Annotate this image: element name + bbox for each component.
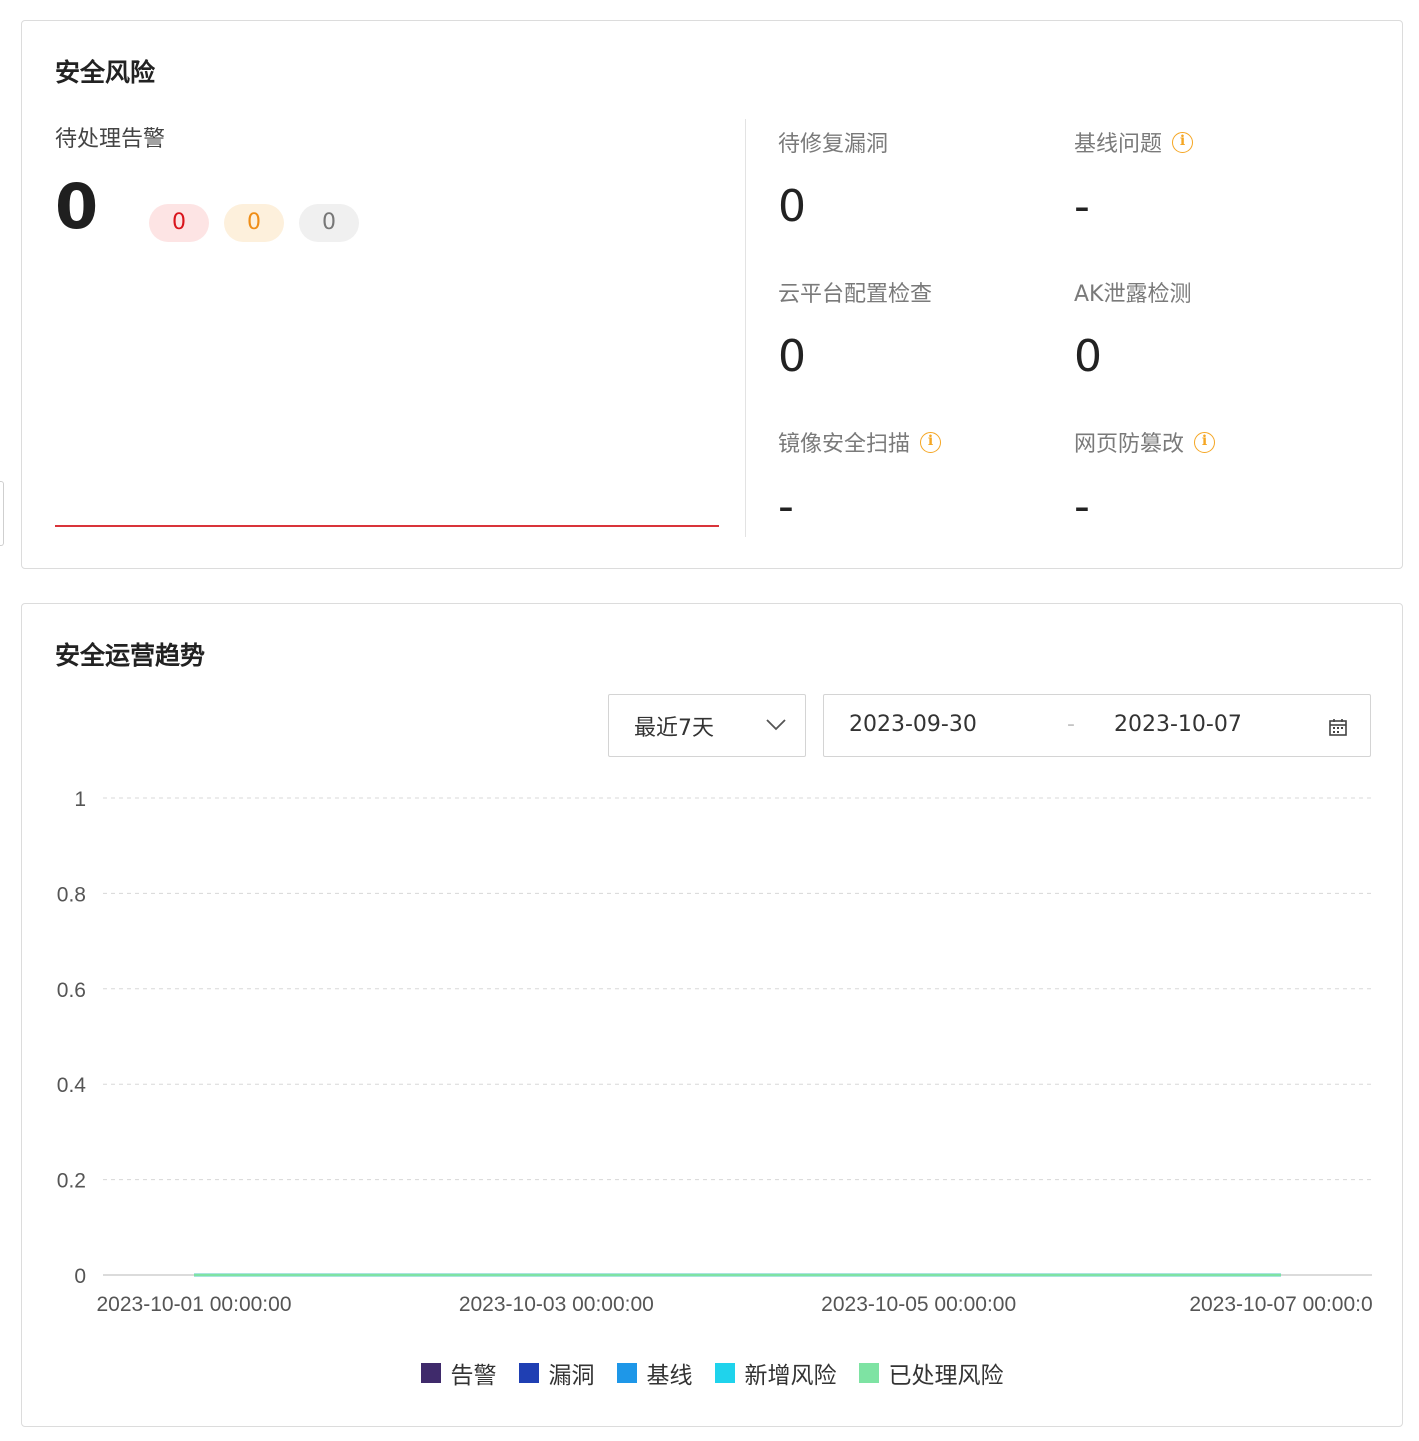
legend-item[interactable]: 基线 xyxy=(616,1356,693,1390)
legend-swatch xyxy=(518,1363,539,1383)
x-tick-label: 2023-10-01 00:00:00 xyxy=(97,1293,292,1316)
legend-swatch xyxy=(714,1363,735,1383)
metric-cloud-config-check[interactable]: 云平台配置检查 0 xyxy=(778,277,1058,381)
security-risk-card: 安全风险 待处理告警 0 0 0 0 待修复漏洞 0 基线问题 i - 云平台配置… xyxy=(21,20,1403,569)
info-icon[interactable]: i xyxy=(920,431,942,453)
info-icon[interactable]: i xyxy=(1194,431,1216,453)
legend-label: 新增风险 xyxy=(744,1363,837,1389)
metric-value: - xyxy=(1074,481,1090,532)
legend-item[interactable]: 新增风险 xyxy=(714,1356,837,1390)
trend-chart[interactable]: 1 0.8 0.6 0.4 0.2 0 2023-10-01 00:00:00 2023-10… xyxy=(22,604,1402,1344)
y-tick-label: 1 xyxy=(74,788,86,811)
y-tick-label: 0 xyxy=(74,1265,86,1288)
metric-ak-leak-detection[interactable]: AK泄露检测 0 xyxy=(1074,277,1354,381)
metric-value: 0 xyxy=(1074,331,1102,382)
metric-value: - xyxy=(1074,181,1090,232)
security-risk-title: 安全风险 xyxy=(55,58,156,87)
x-tick-label: 2023-10-05 00:00:00 xyxy=(821,1293,1016,1316)
legend-label: 已处理风险 xyxy=(888,1363,1004,1389)
x-tick-label: 2023-10-07 00:00:0 xyxy=(1189,1293,1372,1316)
metric-label: 云平台配置检查 xyxy=(778,282,933,307)
legend-swatch xyxy=(420,1363,441,1383)
metric-baseline-issues[interactable]: 基线问题 i - xyxy=(1074,127,1354,231)
metric-value: 0 xyxy=(778,331,806,382)
legend-label: 漏洞 xyxy=(548,1363,595,1389)
legend-item[interactable]: 漏洞 xyxy=(518,1356,595,1390)
metric-label: 网页防篡改 xyxy=(1074,432,1185,457)
x-tick-label: 2023-10-03 00:00:00 xyxy=(459,1293,654,1316)
metric-label: 待修复漏洞 xyxy=(778,132,889,157)
high-severity-badge[interactable]: 0 xyxy=(149,204,209,242)
metric-image-security-scan[interactable]: 镜像安全扫描 i - xyxy=(778,427,1058,531)
chart-legend: 告警 漏洞 基线 新增风险 已处理风险 xyxy=(22,1356,1402,1390)
security-trend-card: 安全运营趋势 最近7天 2023-09-30 - 2023-10-07 1 0.8… xyxy=(21,603,1403,1427)
pending-alerts-count[interactable]: 0 xyxy=(55,171,98,243)
legend-swatch xyxy=(858,1363,879,1383)
side-panel-handle[interactable] xyxy=(0,481,4,546)
divider xyxy=(745,119,746,537)
legend-label: 告警 xyxy=(450,1363,497,1389)
low-severity-badge[interactable]: 0 xyxy=(299,204,359,242)
metric-label: AK泄露检测 xyxy=(1074,282,1192,307)
y-tick-label: 0.6 xyxy=(57,979,86,1002)
y-tick-label: 0.8 xyxy=(57,883,86,906)
medium-severity-badge[interactable]: 0 xyxy=(224,204,284,242)
y-tick-label: 0.2 xyxy=(57,1170,86,1193)
legend-item[interactable]: 已处理风险 xyxy=(858,1356,1004,1390)
legend-item[interactable]: 告警 xyxy=(420,1356,497,1390)
info-icon[interactable]: i xyxy=(1172,131,1194,153)
alerts-distribution-bar xyxy=(55,525,719,527)
pending-alerts-label: 待处理告警 xyxy=(55,127,166,152)
metric-label: 基线问题 xyxy=(1074,132,1163,157)
metric-label: 镜像安全扫描 xyxy=(778,432,911,457)
legend-swatch xyxy=(616,1363,637,1383)
metric-value: - xyxy=(778,481,794,532)
legend-label: 基线 xyxy=(646,1363,693,1389)
metric-pending-vulnerabilities[interactable]: 待修复漏洞 0 xyxy=(778,127,1058,231)
metric-value: 0 xyxy=(778,181,806,232)
y-tick-label: 0.4 xyxy=(57,1074,87,1097)
metric-web-tamper-protection[interactable]: 网页防篡改 i - xyxy=(1074,427,1354,531)
